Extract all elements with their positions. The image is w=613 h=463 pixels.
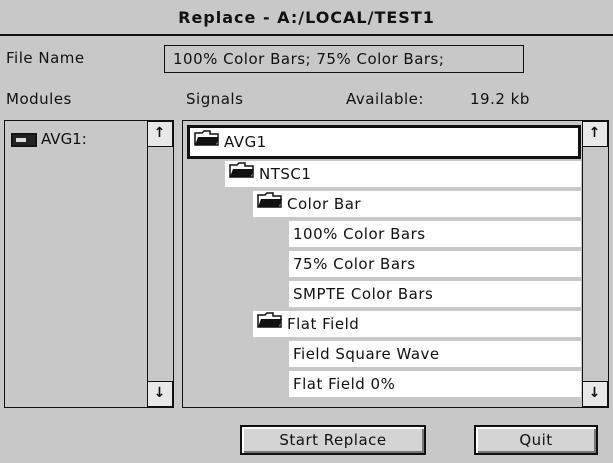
tree-item-label: 100% Color Bars [293,225,426,243]
signals-scroll-down-icon[interactable]: ↓ [581,381,608,407]
tree-signal-item[interactable]: 100% Color Bars [289,221,581,247]
quit-button[interactable]: Quit [474,425,598,455]
window-title: Replace - A:/LOCAL/TEST1 [0,0,613,36]
tree-signal-item[interactable]: Flat Field 0% [289,371,581,397]
tree-signal-item[interactable]: SMPTE Color Bars [289,281,581,307]
file-name-field[interactable]: 100% Color Bars; 75% Color Bars; [164,45,524,73]
tree-folder-item[interactable]: Color Bar [253,191,581,217]
modules-header: Modules [6,90,72,108]
tree-item-label: Flat Field [287,315,360,333]
tree-item-label: 75% Color Bars [293,255,416,273]
tree-item-label: SMPTE Color Bars [293,285,434,303]
module-item-label: AVG1: [41,130,87,148]
tree-item-label: Color Bar [287,195,362,213]
signals-scrollbar[interactable]: ↑ ↓ [581,121,608,407]
module-item-avg1[interactable]: AVG1: [11,127,87,151]
folder-icon [257,190,283,216]
tree-folder-item[interactable]: AVG1 [187,125,581,159]
modules-scroll-up-icon[interactable]: ↑ [146,121,173,147]
available-value: 19.2 kb [470,90,530,108]
folder-icon [257,310,283,336]
signals-tree[interactable]: AVG1 NTSC1 Color Bar 100% Color Bars 75% Col… [182,120,609,408]
tree-item-label: AVG1 [224,133,267,151]
modules-scrollbar[interactable]: ↑ ↓ [146,121,173,407]
tree-folder-item[interactable]: Flat Field [253,311,581,337]
modules-scroll-down-icon[interactable]: ↓ [146,381,173,407]
signals-scroll-up-icon[interactable]: ↑ [581,121,608,147]
available-label: Available: [346,90,424,108]
signals-header: Signals [186,90,244,108]
tree-item-label: Field Square Wave [293,345,440,363]
tree-item-label: Flat Field 0% [293,375,396,393]
folder-icon [229,160,255,186]
tree-signal-item[interactable]: Field Square Wave [289,341,581,367]
start-replace-button[interactable]: Start Replace [240,425,426,455]
folder-icon [194,127,220,155]
tree-folder-item[interactable]: NTSC1 [225,161,581,187]
tree-item-label: NTSC1 [259,165,312,183]
tree-signal-item[interactable]: 75% Color Bars [289,251,581,277]
file-name-label: File Name [6,49,85,67]
module-card-icon [11,132,37,147]
modules-list[interactable]: AVG1: ↑ ↓ [4,120,174,408]
